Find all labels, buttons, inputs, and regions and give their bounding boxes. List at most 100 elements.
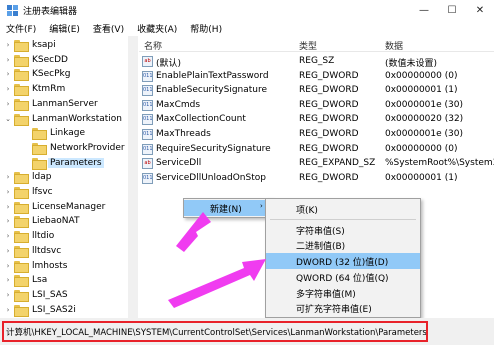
expand-toggle-icon[interactable]: › [4, 82, 12, 96]
expand-toggle-icon[interactable]: › [4, 97, 12, 111]
expand-toggle-icon[interactable]: › [4, 273, 12, 287]
folder-icon [14, 201, 29, 214]
folder-icon [14, 289, 29, 302]
tree-scrollbar[interactable] [128, 36, 138, 318]
value-type: REG_DWORD [299, 129, 359, 139]
menu-help[interactable]: 帮助(H) [190, 22, 222, 35]
value-row[interactable]: 011 MaxThreads REG_DWORD 0x0000001e (30) [139, 128, 494, 142]
submenu-item-label: 可扩充字符串值(E) [296, 305, 372, 315]
folder-icon [32, 142, 47, 155]
tree-item[interactable]: › KtmRm [4, 82, 67, 97]
tree-item[interactable]: › Lsa [4, 273, 49, 288]
value-row[interactable]: 011 EnableSecuritySignature REG_DWORD 0x000… [139, 84, 494, 98]
tree-item[interactable]: NetworkProvider [22, 141, 127, 155]
context-menu: 新建(N) › [183, 198, 273, 218]
value-data: 0x00000000 (0) [385, 70, 458, 81]
tree-item[interactable]: ⌄ LanmanWorkstation [4, 112, 124, 126]
value-data: 0x00000000 (0) [385, 143, 458, 154]
tree-item-label: Parameters [48, 157, 104, 168]
tree-item[interactable]: › KSecDD [4, 53, 70, 67]
menu-edit[interactable]: 编辑(E) [49, 22, 80, 35]
tree-item[interactable]: › LiebaoNAT [4, 214, 81, 229]
tree-item[interactable]: › LanmanServer [4, 97, 100, 111]
tree-item[interactable]: › LSI_SAS [4, 288, 70, 302]
column-data-header[interactable]: 数据 [385, 39, 403, 52]
minimize-button[interactable]: — [410, 0, 438, 20]
folder-icon [14, 98, 29, 111]
expand-toggle-icon[interactable]: › [4, 244, 12, 258]
registry-tree[interactable]: › ksapi › KSecDD › KSecPkg › KtmRm › LanmanServer… [0, 36, 138, 318]
tree-item[interactable]: › ldap [4, 170, 53, 185]
new-label: 新建(N) [210, 205, 242, 215]
expand-toggle-icon[interactable]: › [4, 67, 12, 81]
close-button[interactable]: ✕ [466, 0, 494, 20]
menu-file[interactable]: 文件(F) [6, 22, 36, 35]
tree-item[interactable]: Parameters [22, 156, 104, 170]
tree-item[interactable]: › lltdsvc [4, 244, 63, 258]
value-data: 0x00000001 (1) [385, 172, 458, 183]
tree-item[interactable]: › KSecPkg [4, 67, 72, 82]
expand-toggle-icon[interactable]: › [4, 53, 12, 67]
submenu-item[interactable]: QWORD (64 位)值(Q) [266, 269, 420, 285]
tree-item[interactable]: › lmhosts [4, 259, 69, 273]
expand-toggle-icon[interactable]: › [4, 38, 12, 52]
submenu-item[interactable]: DWORD (32 位)值(D) [266, 253, 420, 269]
expand-toggle-icon[interactable]: › [4, 185, 12, 199]
tree-item[interactable]: › lfsvc [4, 185, 55, 199]
context-menu-new[interactable]: 新建(N) › [184, 200, 272, 216]
tree-item-label: LicenseManager [32, 201, 106, 212]
status-bar: 计算机\HKEY_LOCAL_MACHINE\SYSTEM\CurrentCon… [0, 318, 494, 345]
expand-toggle-icon[interactable]: › [4, 288, 12, 302]
expand-toggle-icon[interactable]: › [4, 200, 12, 214]
tree-item-label: lltdio [32, 231, 55, 242]
value-data: %SystemRoot%\System32\ [385, 158, 494, 169]
column-name-header[interactable]: 名称 [144, 39, 162, 52]
submenu-arrow-icon: › [260, 202, 263, 210]
maximize-button[interactable]: ☐ [438, 0, 466, 20]
value-data: 0x00000001 (1) [385, 85, 458, 96]
value-row[interactable]: ab ServiceDll REG_EXPAND_SZ %SystemRoot%\Sy… [139, 157, 494, 171]
tree-item[interactable]: Linkage [22, 126, 87, 141]
tree-item[interactable]: › LicenseManager [4, 200, 107, 214]
submenu-item[interactable]: 字符串值(S) [266, 222, 420, 238]
value-row[interactable]: 011 MaxCollectionCount REG_DWORD 0x00000020… [139, 113, 494, 127]
column-type-header[interactable]: 类型 [299, 39, 317, 52]
value-row[interactable]: 011 EnablePlainTextPassword REG_DWORD 0x000… [139, 70, 494, 84]
value-row[interactable]: ab (默认) REG_SZ (数值未设置) [139, 55, 494, 69]
tree-item-label: lmhosts [32, 260, 68, 271]
folder-icon [14, 260, 29, 273]
value-row[interactable]: 011 RequireSecuritySignature REG_DWORD 0x00… [139, 143, 494, 157]
value-name: EnableSecuritySignature [156, 85, 268, 96]
value-row[interactable]: 011 MaxCmds REG_DWORD 0x0000001e (30) [139, 99, 494, 113]
tree-item-label: NetworkProvider [50, 142, 125, 153]
expand-toggle-icon[interactable]: › [4, 170, 12, 184]
value-name: (默认) [156, 59, 182, 69]
submenu-item[interactable]: 可扩充字符串值(E) [266, 300, 420, 316]
menu-bar: 文件(F) 编辑(E) 查看(V) 收藏夹(A) 帮助(H) [0, 20, 494, 36]
value-type: REG_EXPAND_SZ [299, 158, 376, 169]
tree-item-label: ksapi [32, 40, 56, 50]
tree-item-label: KSecDD [32, 54, 68, 65]
value-data: 0x0000001e (30) [385, 99, 464, 110]
submenu-item[interactable]: 多字符串值(M) [266, 285, 420, 301]
expand-toggle-icon[interactable]: ⌄ [4, 112, 12, 126]
submenu-item[interactable]: 项(K) [266, 201, 420, 217]
tree-item[interactable]: › lltdio [4, 229, 56, 244]
submenu-item[interactable]: 二进制值(B) [266, 237, 420, 253]
binary-value-icon: 011 [142, 129, 153, 140]
expand-toggle-icon[interactable]: › [4, 303, 12, 317]
tree-item[interactable]: › ksapi [4, 38, 58, 52]
tree-item-label: lltdsvc [32, 245, 62, 256]
menu-view[interactable]: 查看(V) [93, 22, 124, 35]
value-row[interactable]: 011 ServiceDllUnloadOnStop REG_DWORD 0x0000… [139, 172, 494, 186]
expand-toggle-icon[interactable]: › [4, 259, 12, 273]
expand-toggle-icon[interactable]: › [4, 229, 12, 243]
title-bar: 注册表编辑器 — ☐ ✕ [0, 0, 494, 20]
tree-item[interactable]: › LSI_SAS2i [4, 303, 78, 317]
tree-item-label: LanmanWorkstation [32, 113, 122, 124]
value-data: 0x0000001e (30) [385, 129, 464, 139]
menu-favorites[interactable]: 收藏夹(A) [137, 22, 177, 35]
tree-item-label: Linkage [50, 128, 86, 139]
expand-toggle-icon[interactable]: › [4, 214, 12, 228]
